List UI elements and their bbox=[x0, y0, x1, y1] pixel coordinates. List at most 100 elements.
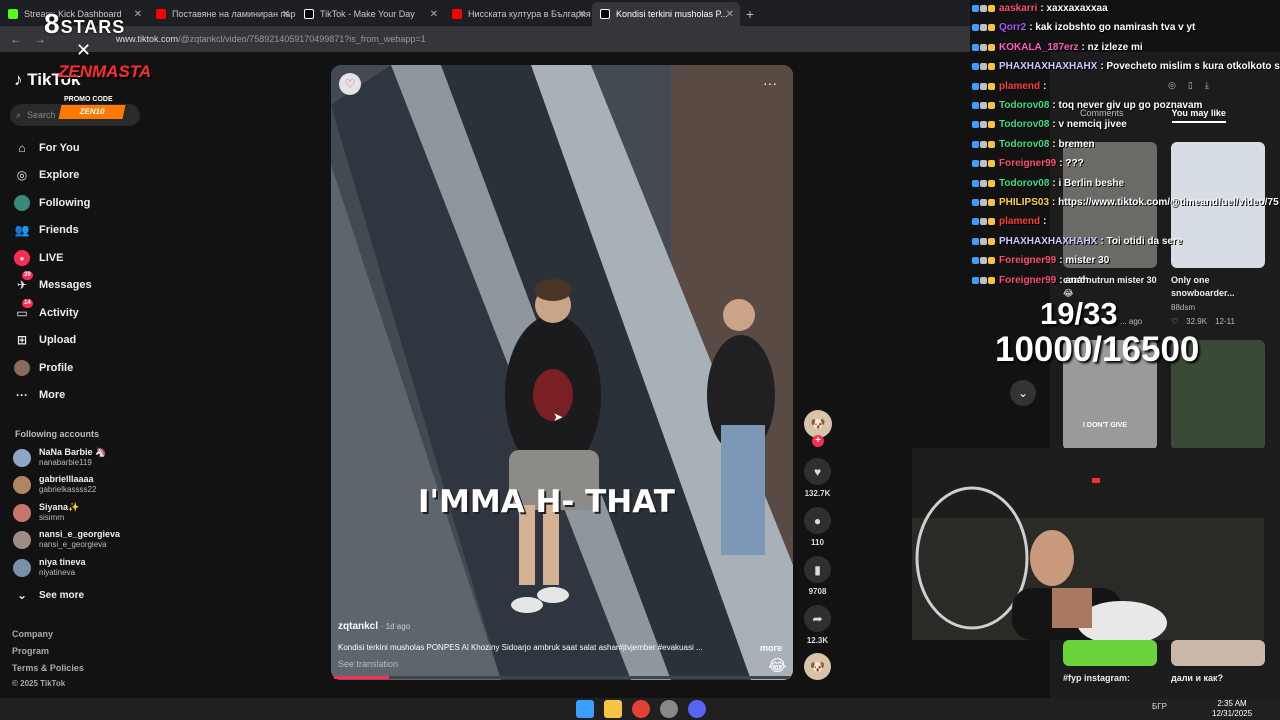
stars-overlay: 8STARS bbox=[44, 8, 126, 39]
url-field[interactable]: www.tiktok.com/@zqtankcl/video/758921405… bbox=[116, 34, 426, 44]
back-icon[interactable]: ← bbox=[8, 32, 24, 46]
suggested-video-caption: #fyp instagram: bbox=[1063, 673, 1131, 683]
footer-program-link[interactable]: Program bbox=[12, 646, 49, 656]
see-translation-link[interactable]: See translation bbox=[338, 659, 398, 669]
nav-messages[interactable]: ✈ 39 Messages bbox=[14, 271, 92, 294]
chat-username[interactable]: plamend bbox=[999, 216, 1040, 227]
suggested-video-thumb[interactable] bbox=[1063, 640, 1157, 666]
following-account[interactable]: NaNa Barbie 🦄 nanabarbie119 bbox=[13, 447, 106, 468]
chevron-down-icon: ⌄ bbox=[16, 588, 28, 602]
chat-message: Foreigner99: ??? bbox=[972, 158, 1084, 169]
suggested-video-thumb[interactable] bbox=[1171, 640, 1265, 666]
avatar: 🐶 bbox=[804, 410, 832, 438]
chat-username[interactable]: Foreigner99 bbox=[999, 275, 1056, 286]
chat-text: : bbox=[1043, 216, 1047, 228]
footer-company-link[interactable]: Company bbox=[12, 629, 53, 639]
nav-for-you[interactable]: ⌂ For You bbox=[14, 139, 79, 157]
chat-badge-icon bbox=[980, 237, 987, 245]
chat-username[interactable]: PHILIPS03 bbox=[999, 197, 1049, 208]
share-button[interactable]: ➦ 12.3K bbox=[804, 605, 831, 645]
chat-username[interactable]: Foreigner99 bbox=[999, 158, 1056, 169]
see-more-button[interactable]: ⌄ See more bbox=[14, 586, 84, 604]
chat-badge-icon bbox=[988, 5, 995, 12]
following-account[interactable]: niya tineva niyatineva bbox=[13, 557, 86, 578]
next-video-button[interactable]: ⌄ bbox=[1010, 380, 1036, 406]
nav-profile[interactable]: Profile bbox=[14, 359, 73, 377]
tiktok-note-icon: ♪ bbox=[14, 70, 23, 89]
save-button[interactable]: ▮ 9708 bbox=[804, 556, 831, 596]
more-options-icon[interactable]: ··· bbox=[763, 75, 777, 91]
chat-username[interactable]: Todorov08 bbox=[999, 139, 1049, 150]
browser-tab[interactable]: TikTok - Make Your Day ✕ bbox=[296, 2, 444, 26]
chat-badge-icon bbox=[972, 237, 979, 245]
close-icon[interactable]: ✕ bbox=[134, 9, 142, 20]
following-account[interactable]: nansi_e_georgieva nansi_e_georgieva bbox=[13, 529, 120, 550]
live-icon: ● bbox=[14, 250, 30, 266]
chat-text: : v nemciq jivee bbox=[1052, 119, 1127, 131]
kick-icon bbox=[8, 9, 18, 19]
nav-live[interactable]: ● LIVE bbox=[14, 249, 63, 267]
chat-text: : mister 30 bbox=[1059, 255, 1110, 267]
nav-more[interactable]: ··· More bbox=[14, 386, 65, 404]
chat-username[interactable]: plamend bbox=[999, 81, 1040, 92]
close-icon[interactable]: ✕ bbox=[726, 9, 734, 20]
chat-badge-icon bbox=[972, 5, 979, 12]
nav-activity[interactable]: ▭ 14 Activity bbox=[14, 299, 79, 322]
chat-message: Todorov08: toq never giv up go poznavam bbox=[972, 100, 1202, 111]
chat-badge-icon bbox=[980, 121, 987, 129]
like-button[interactable]: ♥ 132.7K bbox=[804, 458, 831, 498]
video-author[interactable]: zqtankcl · 1d ago bbox=[338, 621, 410, 632]
file-explorer-icon[interactable] bbox=[604, 700, 622, 718]
footer-terms-link[interactable]: Terms & Policies bbox=[12, 663, 84, 673]
browser-tab[interactable]: Нисската култура в България - ✕ bbox=[444, 2, 592, 26]
nav-friends[interactable]: 👥 Friends bbox=[14, 221, 79, 239]
chat-username[interactable]: PHAXHAXHAXHAHX bbox=[999, 236, 1097, 247]
following-account[interactable]: gabrielllaaaa gabrielkassss22 bbox=[13, 474, 96, 495]
discord-icon[interactable] bbox=[688, 700, 706, 718]
video-progress-bar[interactable] bbox=[334, 676, 790, 679]
browser-tab[interactable]: Поставяне на ламиниран пар... ✕ bbox=[148, 2, 296, 26]
chat-username[interactable]: KOKALA_187erz bbox=[999, 42, 1078, 53]
chat-badge-icon bbox=[972, 24, 979, 32]
friends-icon: 👥 bbox=[14, 223, 30, 237]
nav-explore[interactable]: ◎ Explore bbox=[14, 166, 80, 184]
chat-username[interactable]: Todorov08 bbox=[999, 119, 1049, 130]
browser-tab-active[interactable]: Kondisi terkini musholas P... ✕ bbox=[592, 2, 740, 26]
heart-icon: ♥ bbox=[804, 458, 831, 485]
chrome-icon[interactable] bbox=[632, 700, 650, 718]
windows-start-icon[interactable] bbox=[576, 700, 594, 718]
system-clock[interactable]: 2:35 AM 12/31/2025 bbox=[1212, 699, 1252, 719]
following-account[interactable]: Siyana✨ sisimrn bbox=[13, 502, 79, 523]
nav-upload[interactable]: ⊞ Upload bbox=[14, 331, 76, 349]
heart-overlay-icon[interactable]: ♡ bbox=[339, 73, 361, 95]
chat-badge-icon bbox=[972, 121, 979, 129]
comment-button[interactable]: ● 110 bbox=[804, 507, 831, 547]
nav-following[interactable]: Following bbox=[14, 194, 90, 212]
description-more-button[interactable]: more bbox=[760, 643, 782, 653]
chat-badge-icon bbox=[988, 276, 995, 284]
chat-badge-icon bbox=[980, 43, 987, 51]
chat-username[interactable]: PHAXHAXHAXHAHX bbox=[999, 61, 1097, 72]
chat-message: plamend: bbox=[972, 81, 1046, 92]
chat-badge-icon bbox=[972, 218, 979, 226]
chat-username[interactable]: Todorov08 bbox=[999, 178, 1049, 189]
close-icon[interactable]: ✕ bbox=[578, 9, 586, 20]
suggested-video-stats: ♡ 32.9K 12-11 bbox=[1171, 317, 1235, 326]
chat-username[interactable]: Foreigner99 bbox=[999, 255, 1056, 266]
video-player[interactable]: ♡ ··· bbox=[331, 65, 793, 680]
chat-message: KOKALA_187erz: nz izleze mi bbox=[972, 42, 1143, 53]
close-icon[interactable]: ✕ bbox=[282, 9, 290, 20]
follow-plus-icon[interactable]: + bbox=[812, 435, 824, 447]
chat-username[interactable]: aaskarri bbox=[999, 3, 1037, 14]
chat-badge-icon bbox=[972, 199, 979, 206]
new-tab-button[interactable]: + bbox=[740, 2, 760, 26]
suggested-video-meta: ... ago bbox=[1120, 317, 1143, 326]
activity-badge: 14 bbox=[22, 299, 33, 308]
language-indicator[interactable]: БГР bbox=[1152, 702, 1167, 711]
chat-username[interactable]: Qorr2 bbox=[999, 22, 1026, 33]
music-disc-button[interactable]: 🐶 bbox=[804, 653, 831, 684]
close-icon[interactable]: ✕ bbox=[430, 9, 438, 20]
chat-badge-icon bbox=[988, 102, 995, 109]
app-icon[interactable] bbox=[660, 700, 678, 718]
chat-username[interactable]: Todorov08 bbox=[999, 100, 1049, 111]
